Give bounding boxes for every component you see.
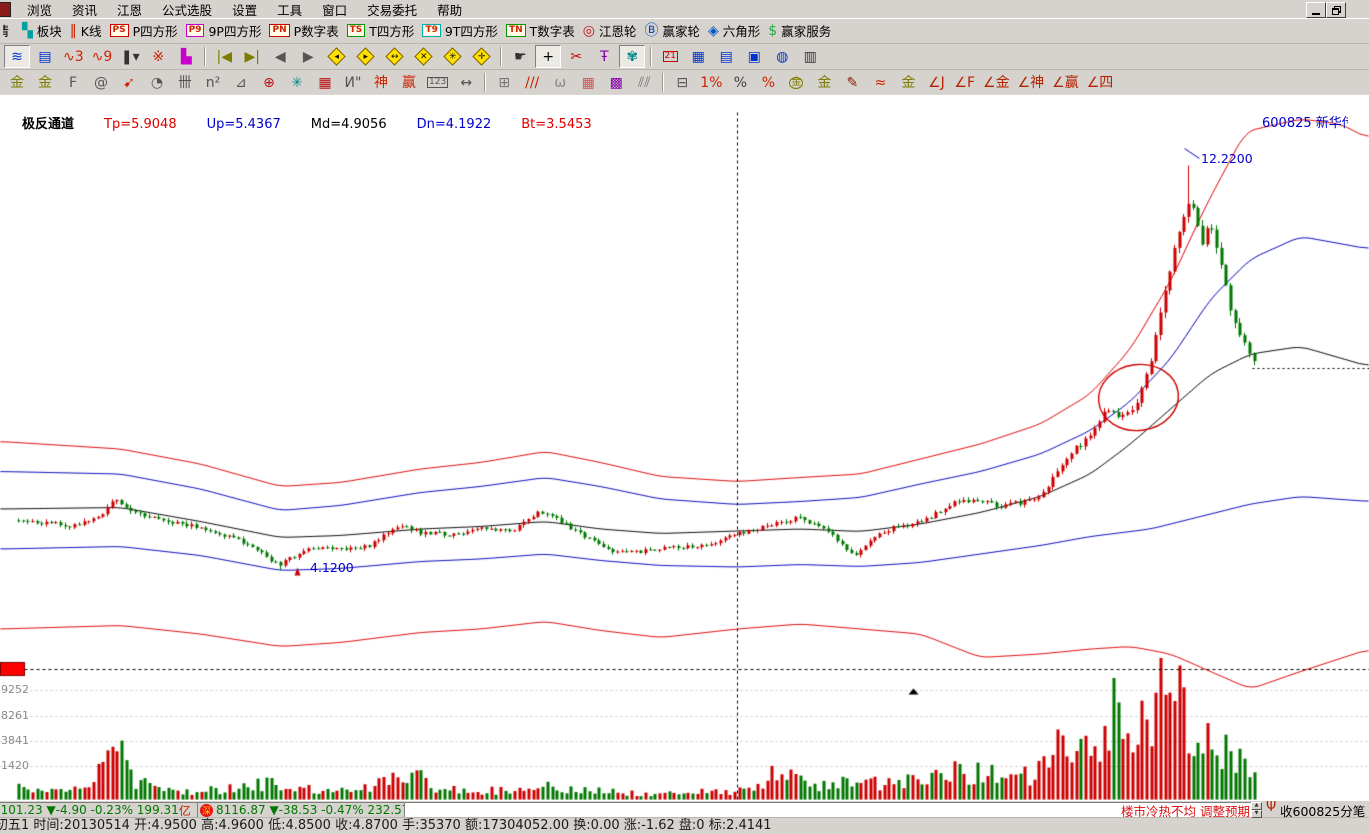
peak-price-annotation: 12.2200 [1201,151,1253,166]
sz-index-quote: 8116.87 ▼-38.53 -0.47% 232.57 [216,803,405,817]
indicator-name: 极反通道 [22,117,74,132]
trough-price-annotation: 4.1200 [310,560,354,575]
index-panel-sh: 2101.23 ▼-4.90 -0.23% 199.31亿 [0,802,198,818]
indicator-readout: 极反通道 Tp=5.9048 Up=5.4367 Md=4.9056 Dn=4.1922… [22,113,622,132]
indicator-value-0: Tp=5.9048 [104,117,177,132]
shenzhen-market-icon: 深 [200,804,213,817]
volume-tick: 8261 [1,709,29,722]
indicator-value-3: Dn=4.1922 [417,117,492,132]
spin-up-icon[interactable]: ▲ [1251,802,1262,810]
volume-tick: 9252 [1,683,29,696]
volume-tick: 1420 [1,759,29,772]
ohlc-info-text: 初五1 时间:20130514 开:4.9500 高:4.9600 低:4.85… [0,818,1369,834]
indicator-value-1: Up=5.4367 [207,117,281,132]
status-bar: 2101.23 ▼-4.90 -0.23% 199.31亿 深 8116.87 … [0,800,1369,818]
data-feed-antenna-icon: Ψ [1266,800,1276,815]
volume-tick: 3841 [1,734,29,747]
indicator-value-4: Bt=3.5453 [521,117,591,132]
news-ticker-text: 楼市冷热不均 调整预期 [1121,802,1250,818]
indicator-value-2: Md=4.9056 [311,117,387,132]
sh-index-unit: 亿 [179,802,191,818]
ohlc-info-bar: 初五1 时间:20130514 开:4.9500 高:4.9600 低:4.85… [0,817,1369,834]
news-spinner[interactable]: ▲ ▼ [1251,802,1262,815]
spin-down-icon[interactable]: ▼ [1251,810,1262,818]
trading-app-window: 浏览资讯江恩公式选股设置工具窗口交易委托帮助 情 ▚板块‖K线PSP四方形P99… [0,0,1369,834]
index-panel-sz: 深 8116.87 ▼-38.53 -0.47% 232.57亿 [197,802,405,818]
tick-receive-status: 收600825分笔 [1280,801,1365,820]
stock-code-label: 600825 新华传媒 [1262,112,1348,131]
sh-index-quote: 2101.23 ▼-4.90 -0.23% 199.31 [0,803,179,817]
news-ticker[interactable]: 楼市冷热不均 调整预期 [404,802,1254,818]
